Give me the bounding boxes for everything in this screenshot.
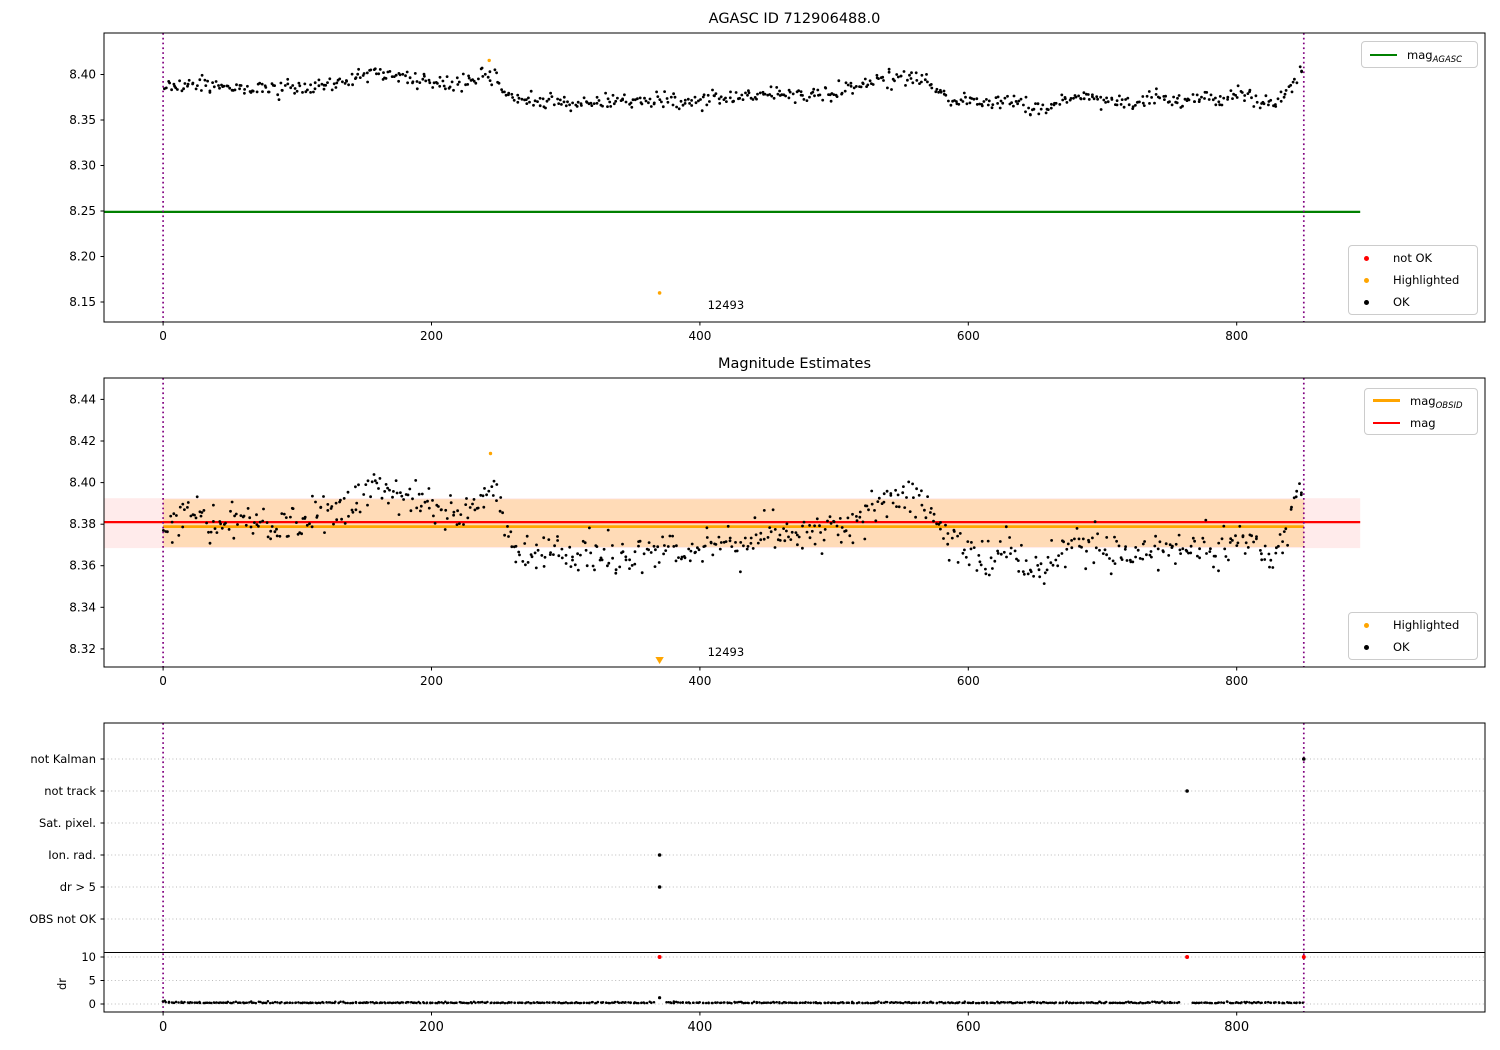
svg-text:0: 0 bbox=[159, 674, 167, 688]
svg-text:8.35: 8.35 bbox=[69, 113, 96, 127]
orange-line-sample bbox=[1373, 399, 1400, 402]
legend-label-mag-obsid: magOBSID bbox=[1410, 393, 1463, 411]
svg-text:not Kalman: not Kalman bbox=[30, 752, 96, 766]
svg-text:600: 600 bbox=[957, 329, 980, 343]
legend-entry-ok: OK bbox=[1349, 291, 1477, 313]
figure-canvas: 12493 0 200 400 600 800 8.15 8.20 8.25 8.30 8.35 8.… bbox=[29, 32, 1486, 1035]
legend-status-top: not OK Highlighted OK bbox=[1348, 245, 1478, 315]
svg-text:8.15: 8.15 bbox=[69, 295, 96, 309]
svg-text:Ion. rad.: Ion. rad. bbox=[48, 848, 96, 862]
svg-text:8.25: 8.25 bbox=[69, 204, 96, 218]
legend-mag-agasc: magAGASC bbox=[1361, 41, 1478, 68]
svg-text:8.20: 8.20 bbox=[69, 250, 96, 264]
svg-text:5: 5 bbox=[89, 974, 96, 988]
legend-label-highlighted-mid: Highlighted bbox=[1393, 618, 1460, 632]
svg-text:8.40: 8.40 bbox=[69, 68, 96, 82]
svg-text:400: 400 bbox=[688, 674, 711, 688]
legend-status-mid: Highlighted OK bbox=[1348, 612, 1478, 660]
svg-text:OBS not OK: OBS not OK bbox=[29, 912, 96, 926]
svg-text:400: 400 bbox=[687, 1020, 712, 1035]
svg-text:200: 200 bbox=[419, 1020, 444, 1035]
svg-text:8.40: 8.40 bbox=[69, 476, 96, 490]
svg-text:0: 0 bbox=[159, 329, 167, 343]
panel2-title: Magnitude Estimates bbox=[717, 356, 872, 372]
svg-text:600: 600 bbox=[956, 1020, 981, 1035]
legend-label-highlighted: Highlighted bbox=[1393, 273, 1460, 287]
svg-text:200: 200 bbox=[420, 329, 443, 343]
svg-text:8.42: 8.42 bbox=[69, 434, 96, 448]
black-dot-icon bbox=[1364, 299, 1369, 305]
svg-text:8.30: 8.30 bbox=[69, 159, 96, 173]
svg-text:8.32: 8.32 bbox=[69, 642, 96, 656]
svg-text:8.44: 8.44 bbox=[69, 392, 96, 406]
svg-text:800: 800 bbox=[1224, 1020, 1249, 1035]
svg-text:10: 10 bbox=[81, 950, 96, 964]
svg-text:Sat. pixel.: Sat. pixel. bbox=[39, 816, 96, 830]
svg-text:12493: 12493 bbox=[708, 298, 745, 312]
svg-text:0: 0 bbox=[159, 1020, 167, 1035]
legend-entry-ok-mid: OK bbox=[1349, 636, 1477, 658]
legend-label-ok-mid: OK bbox=[1393, 640, 1410, 654]
legend-entry-mag-agasc: magAGASC bbox=[1362, 44, 1477, 66]
svg-text:8.34: 8.34 bbox=[69, 600, 96, 614]
legend-entry-highlighted: Highlighted bbox=[1349, 269, 1477, 291]
legend-mag-estimates: magOBSID mag bbox=[1364, 388, 1478, 435]
legend-entry-highlighted-mid: Highlighted bbox=[1349, 614, 1477, 636]
legend-entry-not-ok: not OK bbox=[1349, 247, 1477, 269]
svg-text:800: 800 bbox=[1225, 329, 1248, 343]
svg-text:dr: dr bbox=[55, 978, 69, 990]
svg-text:8.36: 8.36 bbox=[69, 559, 96, 573]
svg-text:200: 200 bbox=[420, 674, 443, 688]
legend-label-not-ok: not OK bbox=[1393, 251, 1433, 265]
legend-entry-mag-obsid: magOBSID bbox=[1365, 390, 1477, 412]
red-dot-icon bbox=[1364, 255, 1369, 261]
svg-text:0: 0 bbox=[89, 997, 96, 1011]
svg-text:400: 400 bbox=[688, 329, 711, 343]
orange-dot-icon bbox=[1364, 277, 1369, 283]
red-line-sample bbox=[1373, 421, 1400, 424]
svg-text:dr > 5: dr > 5 bbox=[60, 880, 96, 894]
legend-label-mag-agasc: magAGASC bbox=[1407, 47, 1463, 65]
panel1-title: AGASC ID 712906488.0 bbox=[708, 11, 881, 27]
legend-label-mag: mag bbox=[1410, 415, 1436, 430]
orange-dot-icon bbox=[1364, 622, 1369, 628]
svg-text:800: 800 bbox=[1225, 674, 1248, 688]
svg-text:600: 600 bbox=[957, 674, 980, 688]
svg-text:12493: 12493 bbox=[708, 645, 745, 659]
legend-entry-mag: mag bbox=[1365, 412, 1477, 434]
legend-label-ok: OK bbox=[1393, 295, 1410, 309]
svg-text:not track: not track bbox=[44, 784, 96, 798]
black-dot-icon bbox=[1364, 644, 1369, 650]
svg-text:8.38: 8.38 bbox=[69, 517, 96, 531]
green-line-sample bbox=[1370, 53, 1397, 56]
